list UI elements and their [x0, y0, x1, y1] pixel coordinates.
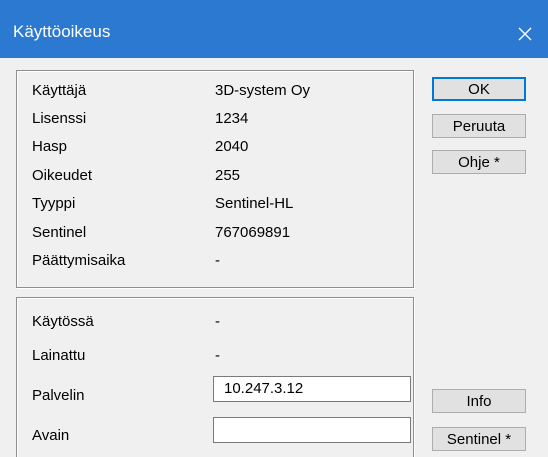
info-row-license: Lisenssi 1234	[17, 107, 413, 133]
title-bar: Käyttöoikeus	[0, 0, 548, 58]
key-label: Avain	[32, 427, 70, 444]
sentinel-button[interactable]: Sentinel *	[432, 427, 526, 451]
close-icon	[518, 27, 532, 41]
borrowed-label: Lainattu	[32, 347, 86, 364]
hasp-value: 2040	[215, 138, 249, 155]
info-row-rights: Oikeudet 255	[17, 164, 413, 190]
rights-value: 255	[215, 167, 241, 184]
key-input[interactable]	[213, 417, 411, 443]
type-label: Tyyppi	[32, 195, 76, 212]
in-use-value: -	[215, 313, 220, 330]
hasp-label: Hasp	[32, 138, 68, 155]
info-row-expiry: Päättymisaika -	[17, 249, 413, 275]
server-label: Palvelin	[32, 387, 85, 404]
type-value: Sentinel-HL	[215, 195, 294, 212]
info-row-sentinel: Sentinel 767069891	[17, 221, 413, 247]
sentinel-value: 767069891	[215, 224, 291, 241]
borrowed-value: -	[215, 347, 220, 364]
rights-label: Oikeudet	[32, 167, 93, 184]
info-row-hasp: Hasp 2040	[17, 135, 413, 161]
in-use-row: Käytössä -	[17, 310, 413, 336]
window-title: Käyttöoikeus	[13, 22, 111, 41]
help-button[interactable]: Ohje *	[432, 150, 526, 174]
user-value: 3D-system Oy	[215, 82, 311, 99]
in-use-label: Käytössä	[32, 313, 94, 330]
close-button[interactable]	[502, 14, 548, 54]
license-label: Lisenssi	[32, 110, 87, 127]
info-row-type: Tyyppi Sentinel-HL	[17, 192, 413, 218]
ok-button[interactable]: OK	[432, 77, 526, 101]
sentinel-label: Sentinel	[32, 224, 87, 241]
expiry-value: -	[215, 252, 220, 269]
expiry-label: Päättymisaika	[32, 252, 126, 269]
license-value: 1234	[215, 110, 249, 127]
server-input[interactable]: 10.247.3.12	[213, 376, 411, 402]
user-label: Käyttäjä	[32, 82, 87, 99]
cancel-button[interactable]: Peruuta	[432, 114, 526, 138]
info-row-user: Käyttäjä 3D-system Oy	[17, 79, 413, 105]
connection-group: Käytössä - Lainattu - Palvelin 10.247.3.…	[16, 297, 414, 457]
info-button[interactable]: Info	[432, 389, 526, 413]
license-info-group: Käyttäjä 3D-system Oy Lisenssi 1234 Hasp…	[16, 70, 414, 288]
borrowed-row: Lainattu -	[17, 344, 413, 370]
